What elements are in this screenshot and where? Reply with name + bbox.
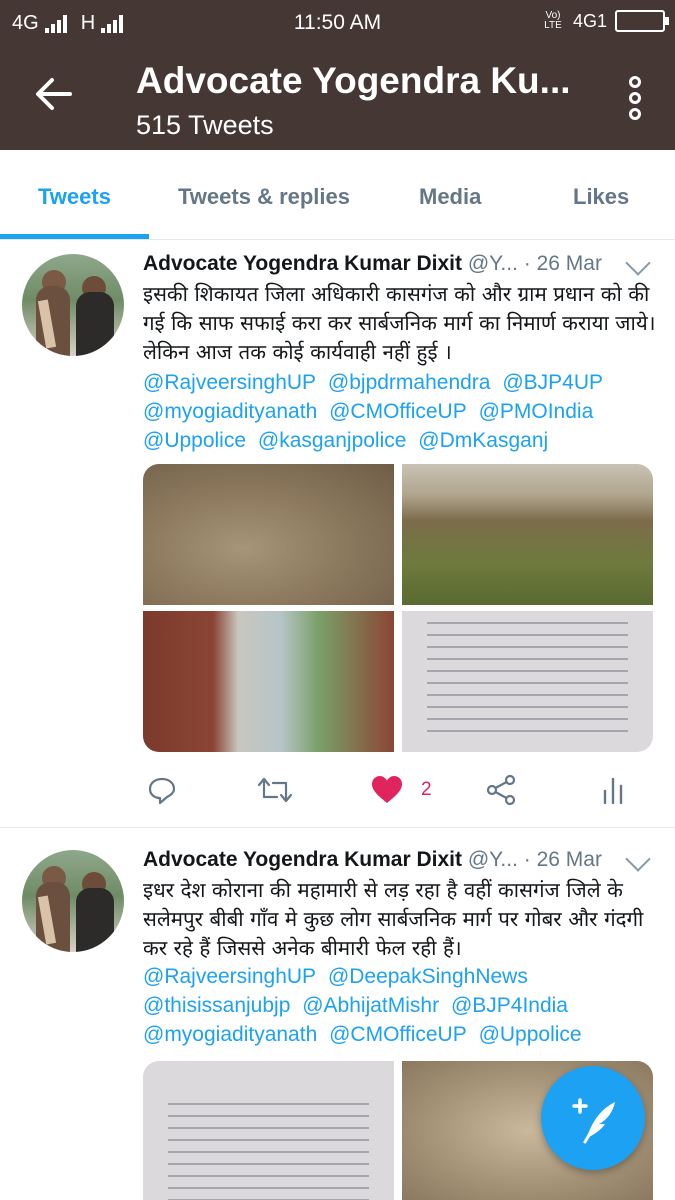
tweet-text: इधर देश कोराना की महामारी से लड़ रहा है … <box>143 878 644 960</box>
chevron-down-icon[interactable] <box>625 846 651 872</box>
mention-link[interactable]: @PMOIndia <box>479 400 594 423</box>
media-photo[interactable] <box>402 611 653 752</box>
mention-link[interactable]: @thisissanjubjp <box>143 994 290 1017</box>
volte-label: Vo) LTE <box>544 10 562 31</box>
app-bar: Advocate Yogendra Ku... 515 Tweets <box>0 46 675 150</box>
mention-link[interactable]: @Uppolice <box>143 429 246 452</box>
share-button[interactable] <box>485 770 517 810</box>
media-photo[interactable] <box>402 464 653 605</box>
mention-link[interactable]: @myogiadityanath <box>143 400 317 423</box>
author-name[interactable]: Advocate Yogendra Kumar Dixit <box>143 252 462 275</box>
mention-link[interactable]: @DeepakSinghNews <box>328 965 528 988</box>
like-button[interactable]: 2 <box>371 770 432 810</box>
compose-feather-icon <box>572 1098 615 1144</box>
media-photo[interactable] <box>143 1061 394 1200</box>
tab-tweets-replies[interactable]: Tweets & replies <box>178 184 350 210</box>
tweet-text: इसकी शिकायत जिला अधिकारी कासगंज को और ग्… <box>143 282 656 364</box>
tweet-header: Advocate Yogendra Kumar Dixit @Y... · 26… <box>143 848 602 872</box>
status-bar: 4G H 11:50 AM Vo) LTE 4G1 <box>0 0 675 46</box>
mention-link[interactable]: @DmKasganj <box>418 429 548 452</box>
mention-link[interactable]: @myogiadityanath <box>143 1023 317 1046</box>
mention-link[interactable]: @BJP4India <box>451 994 568 1017</box>
mention-link[interactable]: @bjpdrmahendra <box>328 371 491 394</box>
like-count: 2 <box>421 779 432 800</box>
analytics-button[interactable] <box>601 770 625 810</box>
back-arrow-icon[interactable] <box>32 72 76 116</box>
network-right-label: 4G1 <box>572 10 607 31</box>
avatar[interactable] <box>22 254 124 356</box>
mention-link[interactable]: @Uppolice <box>479 1023 582 1046</box>
tweet-item[interactable]: Advocate Yogendra Kumar Dixit @Y... · 26… <box>0 240 675 828</box>
active-tab-indicator <box>0 234 149 239</box>
share-icon <box>486 774 516 806</box>
heart-icon <box>372 776 402 803</box>
retweet-icon <box>257 777 293 803</box>
tweet-header: Advocate Yogendra Kumar Dixit @Y... · 26… <box>143 252 602 276</box>
tab-tweets[interactable]: Tweets <box>38 184 111 210</box>
mention-link[interactable]: @RajveersinghUP <box>143 965 316 988</box>
mention-link[interactable]: @kasganjpolice <box>258 429 407 452</box>
status-right: Vo) LTE 4G1 <box>541 10 669 32</box>
analytics-icon <box>603 777 623 805</box>
media-photo[interactable] <box>143 464 394 605</box>
battery-icon <box>615 10 669 32</box>
mention-link[interactable]: @BJP4UP <box>502 371 603 394</box>
author-handle[interactable]: @Y... <box>468 848 518 871</box>
overflow-menu-icon[interactable] <box>627 76 643 120</box>
avatar[interactable] <box>22 850 124 952</box>
tweet-mentions: @RajveersinghUP @bjpdrmahendra @BJP4UP @… <box>143 368 663 455</box>
tweet-mentions: @RajveersinghUP @DeepakSinghNews @thisis… <box>143 962 663 1049</box>
media-photo[interactable] <box>143 611 394 752</box>
tweet-count: 515 Tweets <box>136 110 274 140</box>
tweet-date: · 26 Mar <box>523 252 602 275</box>
tweet-date: · 26 Mar <box>523 848 602 871</box>
tweet-media-grid <box>143 464 653 752</box>
compose-tweet-button[interactable] <box>541 1066 645 1170</box>
tweet-actions: 2 <box>143 770 643 810</box>
retweet-button[interactable] <box>257 770 293 810</box>
tab-likes[interactable]: Likes <box>573 184 629 210</box>
author-name[interactable]: Advocate Yogendra Kumar Dixit <box>143 848 462 871</box>
reply-icon <box>148 777 176 805</box>
author-handle[interactable]: @Y... <box>468 252 518 275</box>
reply-button[interactable] <box>147 770 177 810</box>
mention-link[interactable]: @AbhijatMishr <box>302 994 439 1017</box>
mention-link[interactable]: @CMOfficeUP <box>329 400 467 423</box>
profile-title: Advocate Yogendra Ku... <box>136 60 571 101</box>
tab-media[interactable]: Media <box>419 184 481 210</box>
mention-link[interactable]: @RajveersinghUP <box>143 371 316 394</box>
chevron-down-icon[interactable] <box>625 250 651 276</box>
profile-tabs: Tweets Tweets & replies Media Likes <box>0 150 675 240</box>
mention-link[interactable]: @CMOfficeUP <box>329 1023 467 1046</box>
